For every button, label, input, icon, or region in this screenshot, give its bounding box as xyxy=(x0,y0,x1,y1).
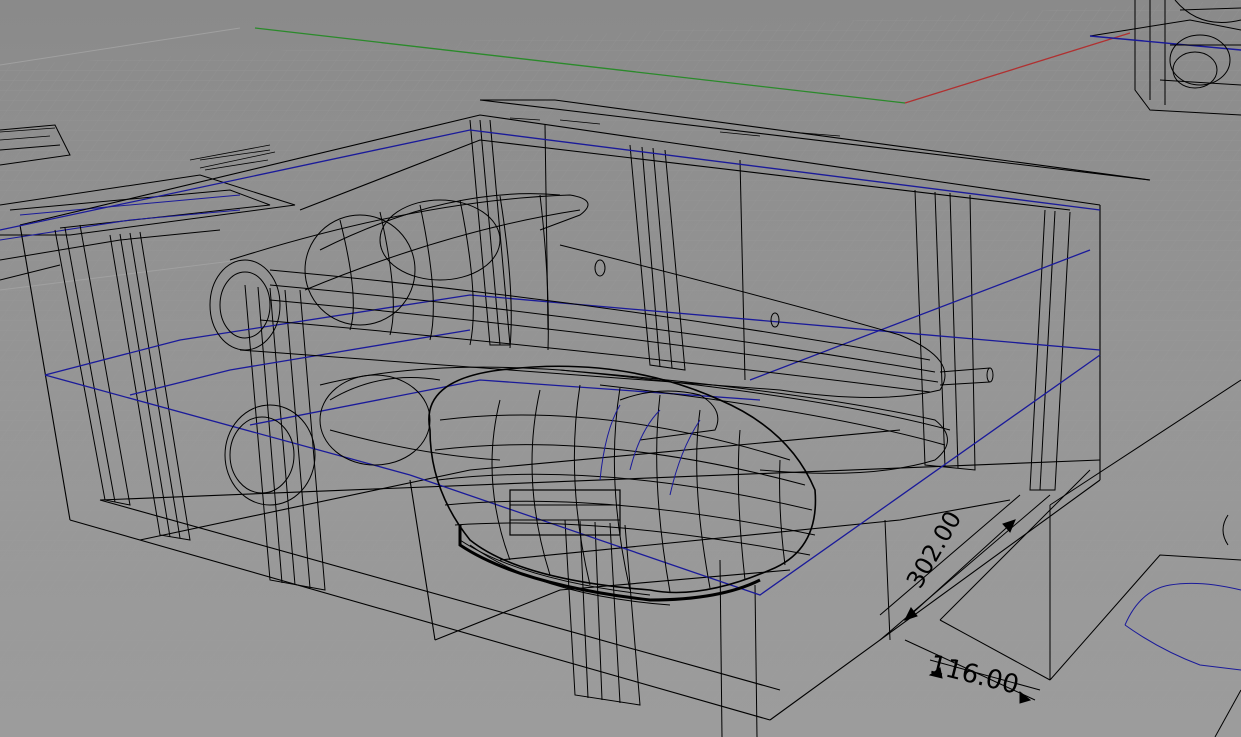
construction-grid xyxy=(0,0,1241,737)
viewport-canvas[interactable]: 302.00 116.00 xyxy=(0,0,1241,737)
perspective-viewport[interactable]: 302.00 116.00 xyxy=(0,0,1241,737)
